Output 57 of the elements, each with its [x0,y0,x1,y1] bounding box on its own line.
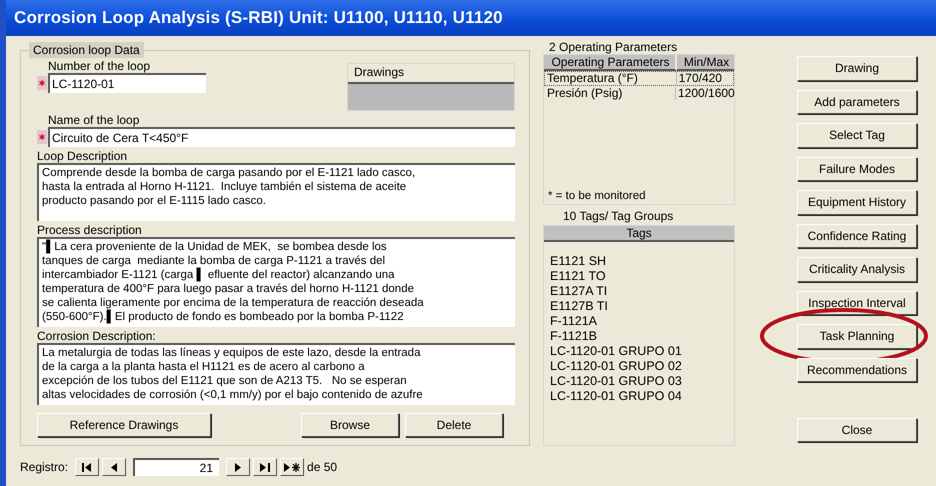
list-item[interactable]: E1121 SH [550,254,728,270]
last-record-button[interactable] [253,458,278,476]
side-button[interactable]: Add parameters [797,90,917,114]
column-header: Tags [544,226,734,242]
list-item[interactable]: LC-1120-01 GRUPO 01 [550,344,728,360]
list-item[interactable]: LC-1120-01 GRUPO 02 [550,359,728,374]
footnote: * = to be monitored [547,190,646,204]
form-button[interactable]: Delete [405,413,503,437]
side-button[interactable]: Recommendations [797,358,917,382]
list-item[interactable]: F-1121B [550,329,728,344]
list-item[interactable]: F-1121A [550,314,728,330]
side-button[interactable]: Failure Modes [797,156,917,181]
side-button[interactable]: Drawing [797,56,917,80]
section-caption: 2 Operating Parameters [549,40,678,54]
side-button[interactable]: Criticality Analysis [797,257,917,282]
first-icon [82,462,92,472]
close-button[interactable]: Close [797,418,917,442]
list-item[interactable]: LC-1120-01 GRUPO 04 [550,389,728,404]
record-field[interactable]: 21 [133,458,220,476]
next-icon [235,462,242,472]
field-label: Name of the loop [48,113,140,127]
section-caption: 10 Tags/ Tag Groups [563,209,674,224]
list-item[interactable]: E1121 TO [550,269,728,284]
group-legend: Corrosion loop Data [29,42,144,58]
text-area[interactable]: Comprende desde la bomba de carga pasando por el E-1121 lado casco, hasta la entrada al Horno H-1121. Incluye también el sistema de aceite producto pasando por el E-1115 lado casco. [37,163,515,221]
text-area[interactable]: "▌La cera proveniente de la Unidad de MEK, se bombea desde los tanques de carga mediante la bomba de carga P-1121 a través del intercambiador E-1121 (carga ▌ efluente del reactor) alcanzando una temperatura de 400°F para luego pasar a través del horno H-1121 donde se calienta ligeramente por encima de la temperatura de reacción deseada (550-600°F).▌El producto de fondo es bombeado por la bomba P-1122 [37,237,515,327]
window-title: Corrosion Loop Analysis (S-RBI) Unit: U1100, U1110, U1120 [14,8,503,28]
column-header: Drawings [348,64,514,84]
previous-icon [111,462,118,472]
next-record-button[interactable] [226,458,250,476]
input-field[interactable]: Circuito de Cera T<450°F [48,127,515,147]
table-row[interactable]: Presión (Psig) 1200/1600 [544,86,734,101]
input-field[interactable]: LC-1120-01 [48,73,206,93]
side-button[interactable]: Equipment History [797,190,917,214]
new-record-icon [284,462,300,472]
side-button[interactable]: Confidence Rating [797,224,917,248]
list-item[interactable]: E1127B TI [550,299,728,314]
column-header: Operating Parameters [544,55,677,71]
field-label: Loop Description [37,149,128,163]
form-button[interactable]: Browse [301,413,399,437]
field-label: Number of the loop [48,59,150,73]
text-area[interactable]: La metalurgia de todas las líneas y equipos de este lazo, desde la entrada de la carga a la planta hasta el H1121 es de acero al carbono a excepción de los tubos del E1121 que son de A213 T5. No se esperan altas velocidades de corrosión (<0,1 mm/y) por el bajo contenido de azufre [37,343,515,405]
field-label: Process description [37,223,142,237]
field-label: Corrosion Description: [37,329,156,343]
navigator-label: Registro: [20,460,68,474]
last-icon [260,462,270,472]
first-record-button[interactable] [75,458,100,476]
side-button[interactable]: Select Tag [797,123,917,148]
table-row[interactable]: Temperatura (°F) 170/420 [544,71,734,86]
column-header: Min/Max [677,55,734,71]
new-record-button[interactable] [280,458,304,476]
side-button[interactable]: Task Planning [797,324,917,348]
previous-record-button[interactable] [102,458,126,476]
record-count: de 50 [307,460,338,474]
form-button[interactable]: Reference Drawings [37,413,211,437]
list-item[interactable]: E1127A TI [550,284,728,300]
list-item[interactable]: LC-1120-01 GRUPO 03 [550,374,728,390]
